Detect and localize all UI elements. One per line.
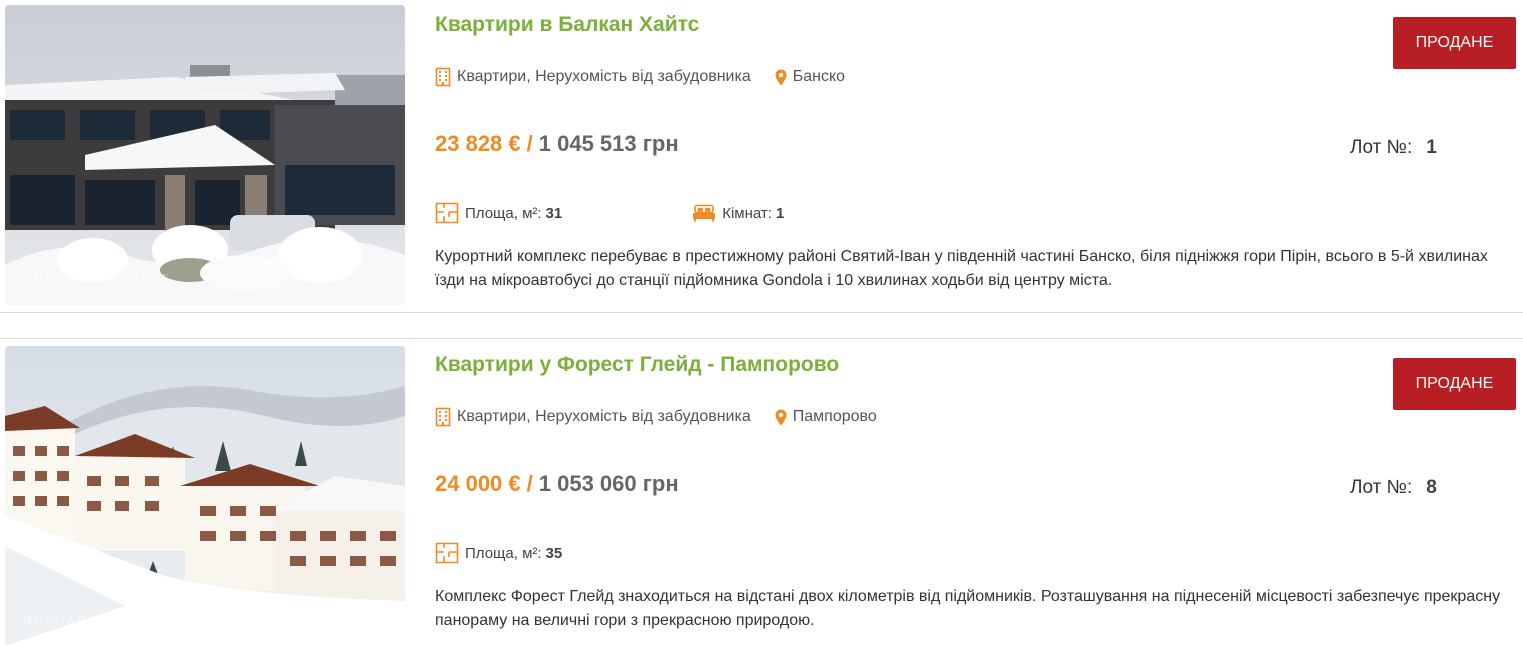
rooms-value: 1 [775, 204, 785, 222]
listing-category[interactable]: Квартири, Нерухомість від забудовника [457, 408, 751, 426]
lot-number: 1 [1426, 137, 1437, 158]
listing-card: BULGARIA STREET Квартири в Балкан Хайтс … [0, 0, 1523, 313]
area-label: Площа, м²: [465, 544, 542, 562]
listing-location[interactable]: Банско [793, 68, 845, 86]
listing-category[interactable]: Квартири, Нерухомість від забудовника [457, 68, 751, 86]
feature-area: Площа, м²: 35 [435, 542, 562, 564]
rooms-label: Кімнат: [722, 204, 772, 222]
listing-meta: Квартири, Нерухомість від забудовника Па… [435, 407, 877, 427]
area-value: 31 [545, 204, 563, 222]
area-label: Площа, м²: [465, 204, 542, 222]
price-separator: / [526, 131, 533, 156]
photo-watermark: BULGARIA STREET [23, 612, 171, 627]
price-eur: 24 000 € [435, 471, 521, 496]
area-value: 35 [545, 544, 563, 562]
lot-label: Лот №: [1350, 477, 1413, 498]
price-separator: / [526, 471, 533, 496]
price-uah: 1 045 513 грн [538, 131, 679, 156]
listing-description: Курортний комплекс перебуває в престижно… [435, 248, 1488, 289]
floor-plan-icon [435, 542, 459, 564]
map-pin-icon [775, 69, 787, 86]
building-icon [435, 67, 451, 87]
map-pin-icon [775, 409, 787, 426]
listing-location[interactable]: Пампорово [793, 408, 877, 426]
bed-icon [692, 204, 716, 222]
building-icon [435, 407, 451, 427]
price-eur: 23 828 € [435, 131, 521, 156]
listing-title[interactable]: Квартири у Форест Глейд - Пампорово [435, 353, 839, 377]
feature-area: Площа, м²: 31 [435, 202, 562, 224]
photo-watermark: BULGARIA STREET [23, 271, 171, 286]
lot-info: Лот №: 8 [1350, 477, 1437, 499]
listing-card: BULGARIA STREET Квартири у Форест Глейд … [0, 338, 1523, 646]
listing-title[interactable]: Квартири в Балкан Хайтс [435, 13, 699, 37]
lot-number: 8 [1426, 477, 1437, 498]
listing-photo[interactable]: BULGARIA STREET [5, 346, 405, 646]
sold-badge: ПРОДАНЕ [1393, 358, 1516, 410]
listing-price: 23 828 €/1 045 513 грн [435, 131, 679, 157]
listing-price: 24 000 €/1 053 060 грн [435, 471, 679, 497]
lot-label: Лот №: [1350, 137, 1413, 158]
sold-badge: ПРОДАНЕ [1393, 17, 1516, 69]
listing-features: Площа, м²: 31 Кімнат: 1 [435, 202, 784, 224]
listing-features: Площа, м²: 35 [435, 542, 562, 564]
listing-description: Комплекс Форест Глейд знаходиться на від… [435, 588, 1501, 629]
listing-photo[interactable]: BULGARIA STREET [5, 5, 405, 305]
feature-rooms: Кімнат: 1 [692, 204, 784, 222]
listing-meta: Квартири, Нерухомість від забудовника Ба… [435, 67, 845, 87]
lot-info: Лот №: 1 [1350, 137, 1437, 159]
floor-plan-icon [435, 202, 459, 224]
price-uah: 1 053 060 грн [538, 471, 679, 496]
